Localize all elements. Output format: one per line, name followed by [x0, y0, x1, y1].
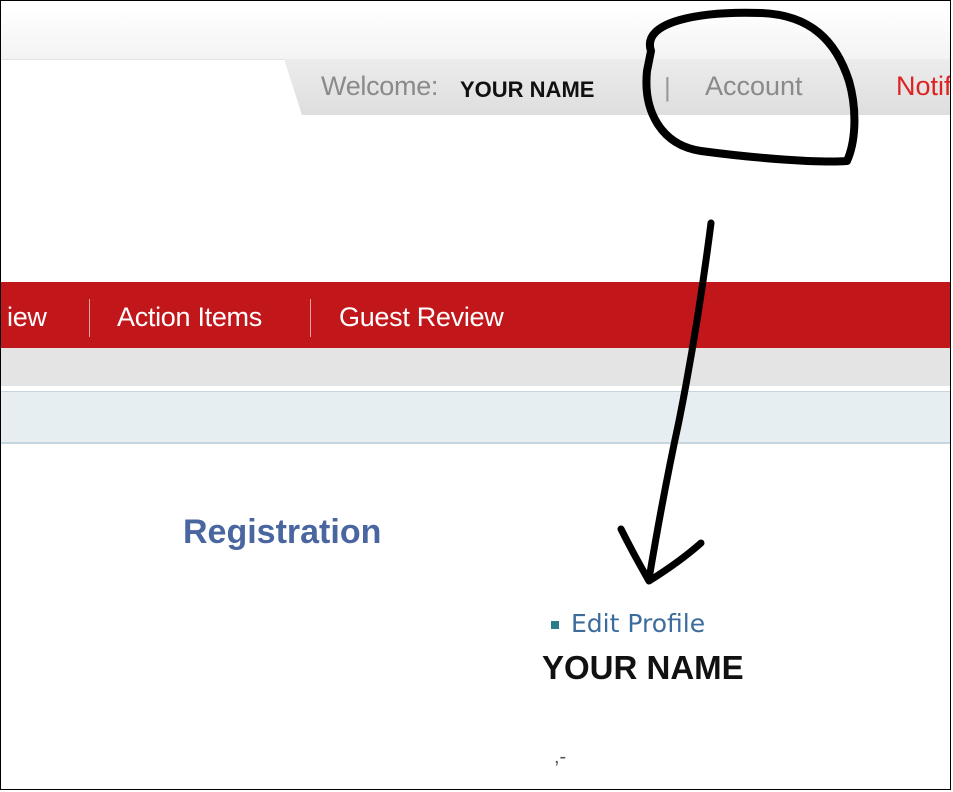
- annotation-arrow-head: [617, 525, 705, 585]
- welcome-user-name: YOUR NAME: [460, 77, 595, 102]
- account-link[interactable]: Account: [705, 71, 803, 102]
- nav-separator: [89, 299, 90, 337]
- registration-title: Registration: [183, 513, 382, 551]
- bullet-icon: [551, 621, 559, 629]
- stray-mark: ,-: [554, 746, 567, 768]
- header-separator: |: [664, 72, 671, 102]
- sub-nav-band: [1, 348, 950, 388]
- edit-profile-link[interactable]: Edit Profile: [571, 609, 705, 638]
- notifications-link[interactable]: Notifi: [896, 71, 950, 102]
- header-strip: [1, 9, 950, 60]
- screenshot-frame: Welcome: YOUR NAME | Account Notifi iew …: [0, 0, 951, 790]
- nav-item-guest-review[interactable]: Guest Review: [339, 302, 504, 333]
- welcome-label: Welcome:: [321, 71, 439, 101]
- nav-item-overview[interactable]: iew: [7, 302, 47, 333]
- breadcrumb-band: [1, 391, 950, 444]
- nav-item-action-items[interactable]: Action Items: [117, 302, 262, 333]
- profile-name: YOUR NAME: [542, 649, 744, 686]
- nav-separator: [310, 299, 311, 337]
